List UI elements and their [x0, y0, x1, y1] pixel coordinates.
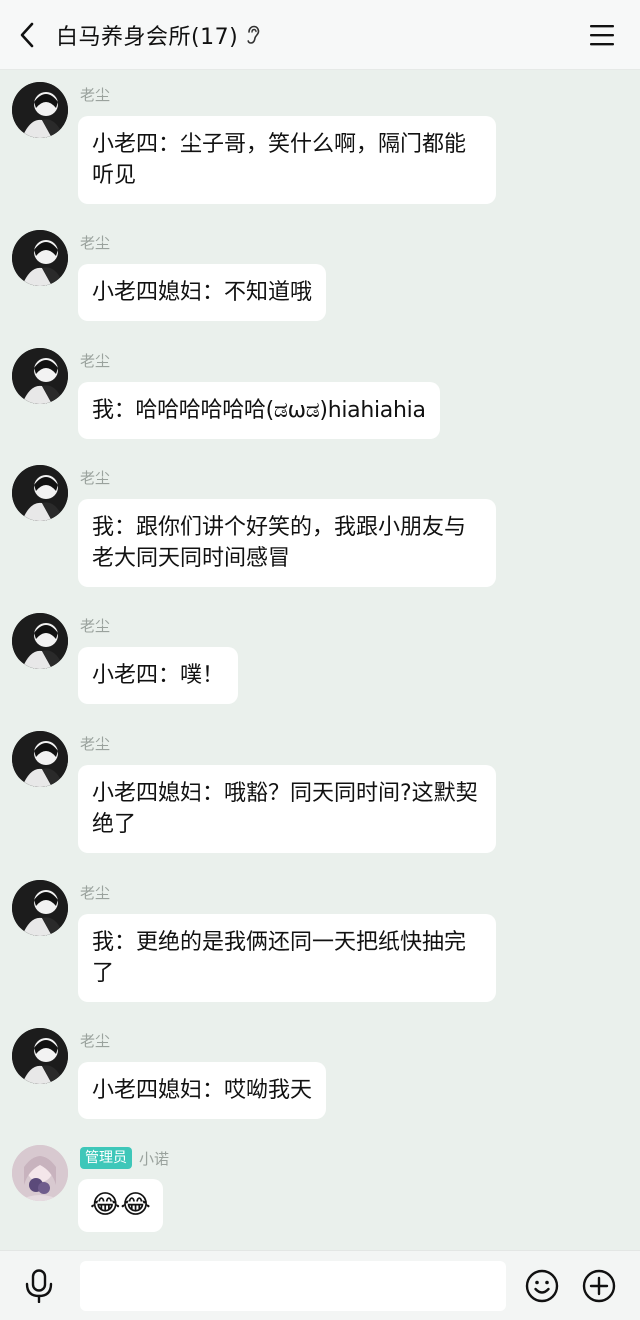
- emoji-button[interactable]: [525, 1269, 559, 1303]
- sender-name: 老尘: [80, 469, 111, 487]
- more-button[interactable]: [582, 1269, 616, 1303]
- admin-badge: 管理员: [80, 1147, 132, 1169]
- avatar[interactable]: [12, 1145, 68, 1201]
- menu-button[interactable]: [590, 23, 614, 47]
- avatar[interactable]: [12, 348, 68, 404]
- sender-name: 老尘: [80, 234, 111, 252]
- message-list[interactable]: 老尘 小老四：尘子哥，笑什么啊，隔门都能听见 老尘 小老四媳妇：不知道哦 老尘 …: [0, 70, 640, 1250]
- smiley-icon: [525, 1269, 559, 1303]
- chat-header: 白马养身会所(17): [0, 0, 640, 70]
- message-bubble[interactable]: 我：跟你们讲个好笑的，我跟小朋友与老大同天同时间感冒: [78, 499, 496, 587]
- plus-circle-icon: [582, 1269, 616, 1303]
- avatar[interactable]: [12, 880, 68, 936]
- message-bubble[interactable]: 小老四：尘子哥，笑什么啊，隔门都能听见: [78, 116, 496, 204]
- message-input[interactable]: [80, 1261, 506, 1311]
- chevron-left-icon: [20, 22, 34, 47]
- avatar[interactable]: [12, 613, 68, 669]
- avatar[interactable]: [12, 230, 68, 286]
- sender-info: 管理员 小诺: [80, 1147, 169, 1169]
- hamburger-menu-icon: [590, 25, 614, 46]
- sender-name: 老尘: [80, 735, 111, 753]
- chat-title: 白马养身会所(17): [56, 24, 239, 50]
- voice-button[interactable]: [24, 1269, 54, 1304]
- sender-name: 老尘: [80, 617, 111, 635]
- message-bubble[interactable]: 小老四：噗！: [78, 647, 239, 704]
- microphone-icon: [25, 1269, 53, 1304]
- message-bubble[interactable]: 小老四媳妇：哎呦我天: [78, 1062, 327, 1119]
- sender-name: 小诺: [139, 1149, 170, 1168]
- message-bubble[interactable]: 😂😂: [78, 1179, 163, 1232]
- back-button[interactable]: [0, 0, 54, 70]
- message-bubble[interactable]: 小老四媳妇：不知道哦: [78, 264, 327, 321]
- message-bubble[interactable]: 我：更绝的是我俩还同一天把纸快抽完了: [78, 914, 496, 1002]
- avatar[interactable]: [12, 1028, 68, 1084]
- input-bar: [0, 1250, 640, 1320]
- avatar[interactable]: [12, 82, 68, 138]
- sender-name: 老尘: [80, 1032, 111, 1050]
- avatar[interactable]: [12, 465, 68, 521]
- message-bubble[interactable]: 我：哈哈哈哈哈哈(ಡωಡ)hiahiahia: [78, 382, 440, 439]
- sender-name: 老尘: [80, 352, 111, 370]
- message-bubble[interactable]: 小老四媳妇：哦豁？同天同时间?这默契绝了: [78, 765, 496, 853]
- sender-name: 老尘: [80, 884, 111, 902]
- sender-name: 老尘: [80, 86, 111, 104]
- avatar[interactable]: [12, 731, 68, 787]
- ear-icon[interactable]: [246, 25, 262, 45]
